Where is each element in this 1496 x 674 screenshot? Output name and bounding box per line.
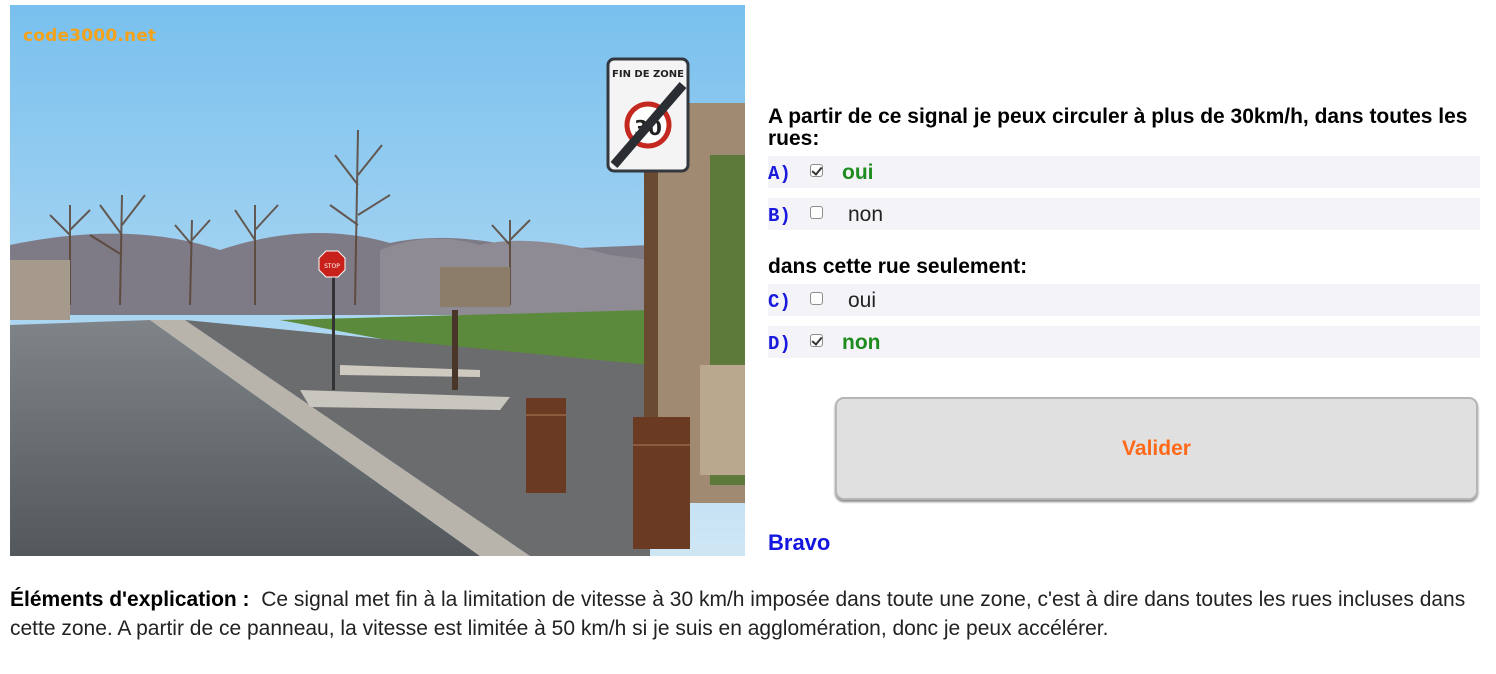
explanation: Éléments d'explication : Ce signal met f… [10, 585, 1480, 643]
option-label: oui [848, 289, 877, 312]
option-letter: C) [768, 291, 791, 313]
question-photo: STOP FIN DE ZONE 30 code3000.net [10, 5, 745, 556]
watermark: code3000.net [23, 26, 157, 46]
road-scene-illustration: STOP FIN DE ZONE 30 [10, 5, 745, 556]
checkbox-c[interactable] [810, 292, 823, 305]
explanation-heading: Éléments d'explication : [10, 588, 250, 611]
option-label: oui [842, 161, 874, 184]
validate-button[interactable]: Valider [835, 397, 1478, 500]
option-letter: B) [768, 205, 791, 227]
answer-option-d[interactable]: D) non [768, 326, 1480, 358]
result-message: Bravo [768, 530, 831, 555]
option-label: non [848, 203, 884, 226]
answer-option-a[interactable]: A) oui [768, 156, 1480, 188]
option-label: non [842, 331, 881, 354]
checkbox-d[interactable] [810, 334, 823, 347]
checkbox-a[interactable] [810, 164, 823, 177]
question-1-title: A partir de ce signal je peux circuler à… [768, 105, 1468, 150]
option-letter: D) [768, 333, 791, 355]
checkbox-b[interactable] [810, 206, 823, 219]
sign-top-text: FIN DE ZONE [612, 69, 684, 80]
answer-option-b[interactable]: B) non [768, 198, 1480, 230]
question-panel: A partir de ce signal je peux circuler à… [768, 106, 1480, 358]
stop-sign-text: STOP [324, 263, 340, 270]
option-letter: A) [768, 163, 791, 185]
question-2-title: dans cette rue seulement: [768, 255, 1028, 278]
answer-option-c[interactable]: C) oui [768, 284, 1480, 316]
